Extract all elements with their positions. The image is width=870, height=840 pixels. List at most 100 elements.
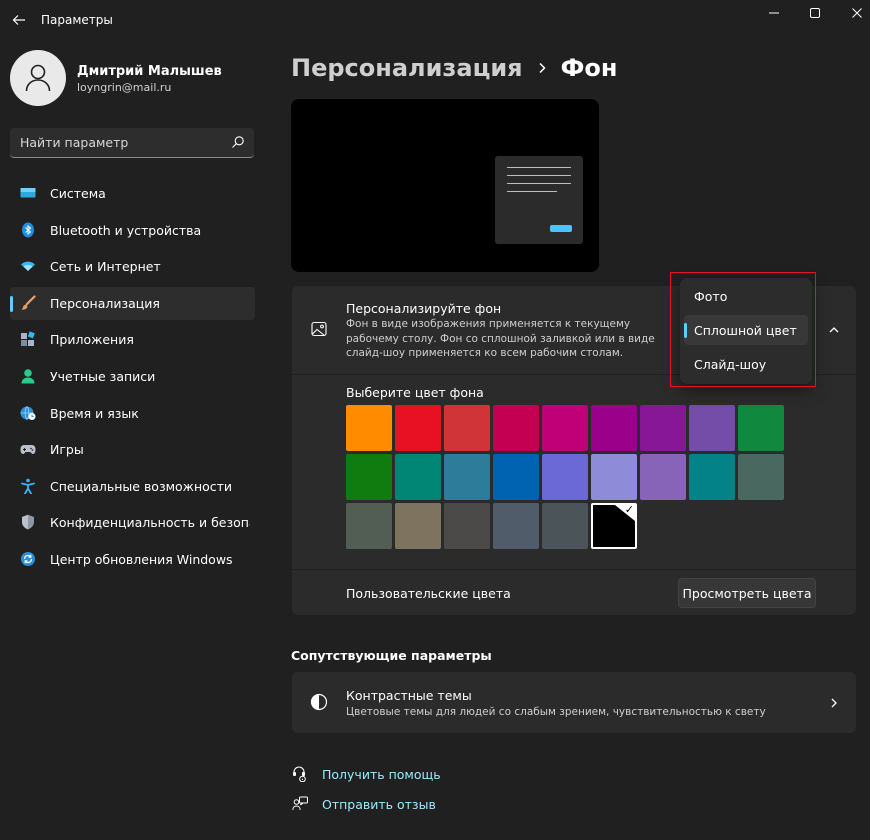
background-type-dropdown: Фото Сплошной цвет Слайд-шоу [680,278,812,384]
color-swatch[interactable] [444,503,490,549]
color-swatch[interactable]: ✓ [591,503,637,549]
dropdown-option-photo[interactable]: Фото [684,281,808,311]
color-swatch[interactable] [395,503,441,549]
send-feedback-link[interactable]: Отправить отзыв [322,797,436,812]
user-icon [25,64,51,92]
sidebar-item-accounts[interactable]: Учетные записи [10,360,255,393]
color-swatch[interactable] [542,454,588,500]
sidebar-item-label: Приложения [50,332,134,348]
colors-title: Выберите цвет фона [346,385,484,400]
title-bar: Параметры [0,0,870,40]
sidebar-item-network[interactable]: Сеть и Интернет [10,250,255,283]
desktop-preview [291,99,599,272]
color-swatch[interactable] [493,405,539,451]
user-name: Дмитрий Малышев [77,64,222,79]
chevron-up-icon[interactable] [827,323,841,337]
update-icon [20,551,36,567]
color-swatch[interactable] [493,454,539,500]
search-input[interactable] [10,128,220,157]
back-button[interactable] [8,9,30,31]
color-swatch[interactable] [689,454,735,500]
sidebar-item-label: Конфиденциальность и безопасность [50,515,250,531]
sidebar-item-system[interactable]: Система [10,177,255,210]
minimize-icon [769,12,779,14]
sidebar-item-accessibility[interactable]: Специальные возможности [10,470,255,503]
chevron-right-icon [537,62,547,74]
preview-button [550,225,572,232]
sidebar-item-time-language[interactable]: Время и язык [10,397,255,430]
custom-colors-row: Пользовательские цвета Просмотреть цвета [292,570,856,615]
sidebar-item-label: Персонализация [50,295,160,311]
wifi-icon [20,258,36,274]
sidebar-item-bluetooth[interactable]: Bluetooth и устройства [10,214,255,247]
shield-icon [20,514,36,530]
apps-icon [20,331,36,347]
preview-window [495,156,583,244]
app-title: Параметры [41,13,113,27]
sidebar-item-label: Сеть и Интернет [50,259,161,275]
chevron-right-icon [827,696,841,710]
contrast-themes-card[interactable]: Контрастные темы Цветовые темы для людей… [292,672,856,733]
page-title: Фон [560,54,618,82]
image-icon [310,320,328,338]
card-title: Персонализируйте фон [346,301,502,316]
color-swatch[interactable] [640,405,686,451]
get-help-link[interactable]: Получить помощь [322,767,441,782]
sidebar-item-gaming[interactable]: Игры [10,433,255,466]
color-swatch[interactable] [542,405,588,451]
preview-line [507,167,571,168]
view-colors-button[interactable]: Просмотреть цвета [678,578,816,608]
account-icon [20,368,36,384]
breadcrumb-parent[interactable]: Персонализация [291,54,523,82]
avatar [10,50,66,106]
preview-line [507,175,571,176]
user-profile[interactable]: Дмитрий Малышев loyngrin@mail.ru [10,50,260,106]
color-swatch[interactable] [591,405,637,451]
sidebar-item-label: Bluetooth и устройства [50,222,202,238]
brush-icon [20,295,36,311]
help-icon [291,766,308,783]
color-swatch[interactable] [395,405,441,451]
contrast-icon [310,693,328,711]
accessibility-icon [20,478,36,494]
color-swatch[interactable] [346,405,392,451]
color-swatch[interactable] [640,454,686,500]
color-swatch[interactable] [346,454,392,500]
color-swatch[interactable] [689,405,735,451]
close-button[interactable] [835,0,870,26]
color-swatch[interactable] [542,503,588,549]
maximize-button[interactable] [793,0,837,26]
color-swatch[interactable] [346,503,392,549]
card-description: Фон в виде изображения применяется к тек… [346,318,655,359]
color-picker-section: Выберите цвет фона ✓ [292,375,856,569]
bluetooth-icon [20,222,36,238]
color-swatch[interactable] [444,405,490,451]
dropdown-option-slideshow[interactable]: Слайд-шоу [684,349,808,379]
contrast-title: Контрастные темы [346,688,472,703]
sidebar-item-personalization[interactable]: Персонализация [10,286,255,320]
minimize-button[interactable] [752,0,796,26]
preview-line [507,191,557,192]
close-icon [852,8,862,18]
sidebar-item-apps[interactable]: Приложения [10,323,255,356]
feedback-link-row[interactable]: Отправить отзыв [291,794,436,814]
globe-clock-icon [20,405,36,421]
dropdown-option-solid-color[interactable]: Сплошной цвет [684,315,808,345]
color-swatch[interactable] [738,405,784,451]
color-swatch[interactable] [738,454,784,500]
monitor-icon [20,185,36,201]
swatch-grid: ✓ [346,405,786,549]
feedback-icon [291,796,308,813]
color-swatch[interactable] [444,454,490,500]
color-swatch[interactable] [493,503,539,549]
color-swatch[interactable] [591,454,637,500]
checkmark-icon: ✓ [624,503,634,516]
sidebar-item-privacy[interactable]: Конфиденциальность и безопасность [10,506,255,539]
maximize-icon [810,8,820,18]
sidebar-item-label: Специальные возможности [50,478,233,494]
sidebar-item-windows-update[interactable]: Центр обновления Windows [10,543,255,576]
color-swatch[interactable] [395,454,441,500]
search-icon[interactable] [231,135,245,149]
sidebar-item-label: Учетные записи [50,368,156,384]
help-link-row[interactable]: Получить помощь [291,764,441,784]
